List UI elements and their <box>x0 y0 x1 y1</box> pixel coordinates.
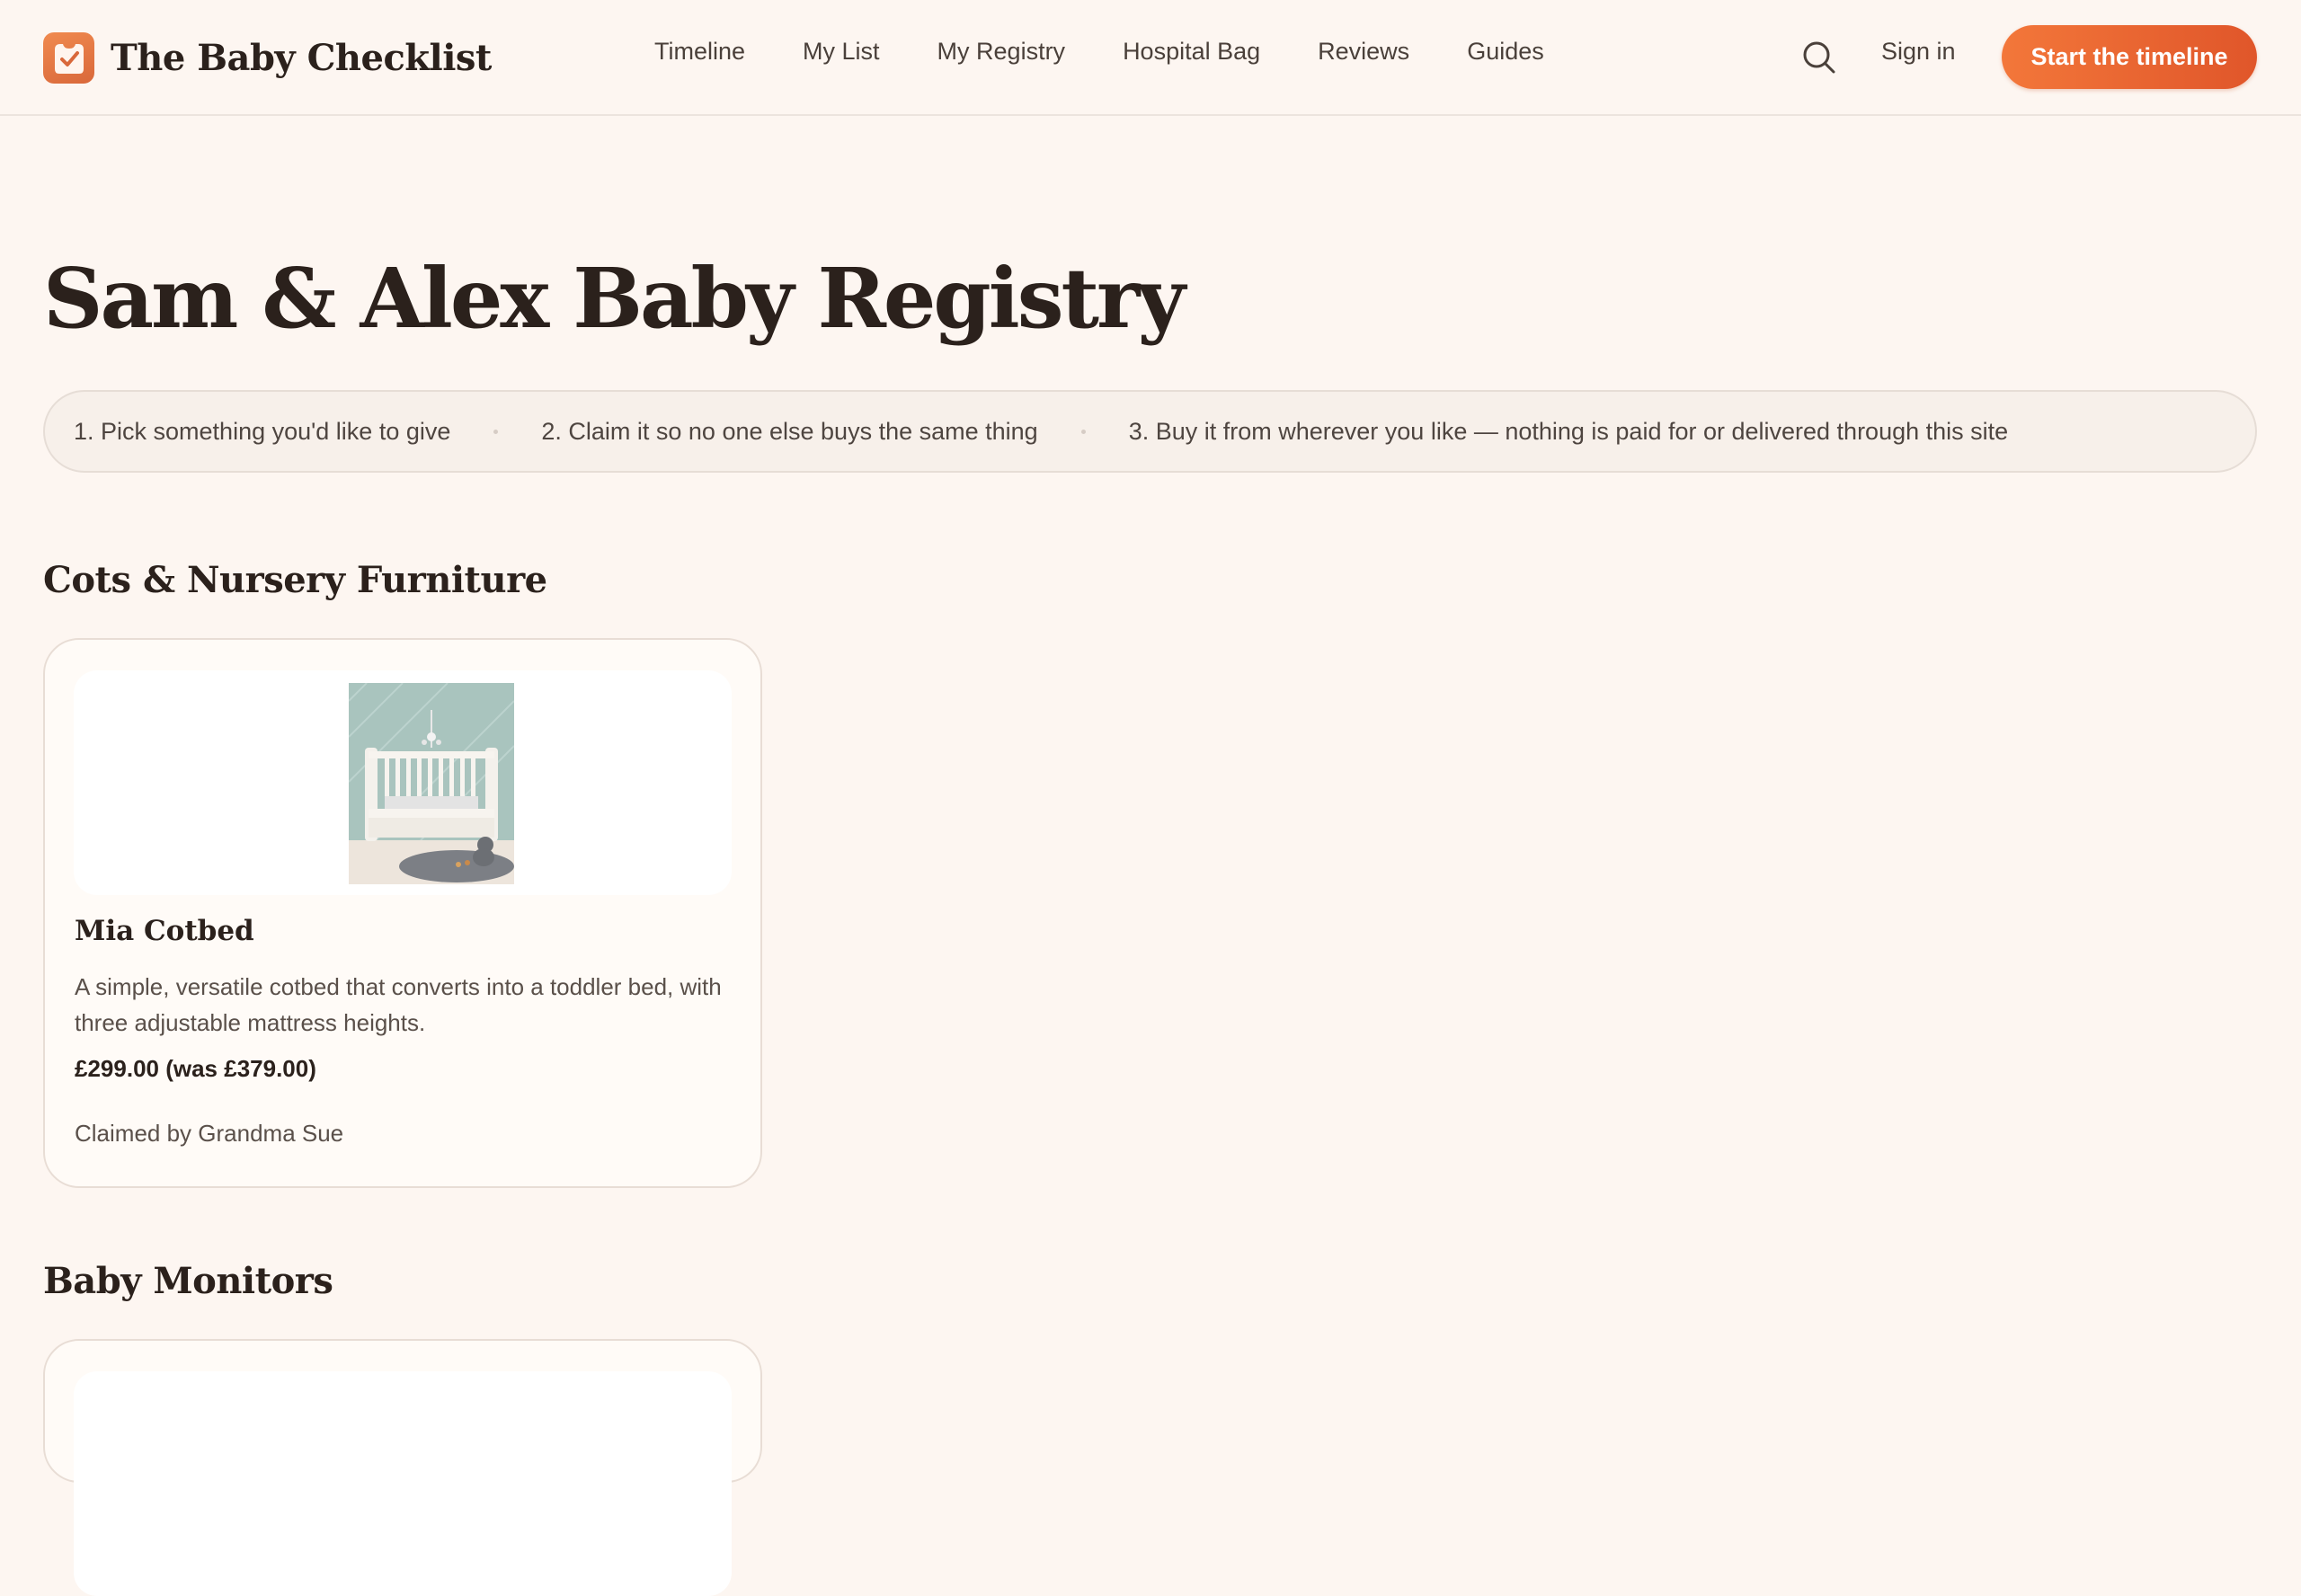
nav-item-my-list[interactable]: My List <box>803 38 880 66</box>
product-price: £299.00 (was £379.00) <box>75 1055 316 1082</box>
product-description: A simple, versatile cotbed that converts… <box>75 973 722 1036</box>
nav-item-timeline[interactable]: Timeline <box>654 38 745 66</box>
main-nav: Timeline My List My Registry Hospital Ba… <box>654 38 1602 66</box>
nav-item-reviews[interactable]: Reviews <box>1318 38 1409 66</box>
section-title-cots: Cots & Nursery Furniture <box>43 559 547 601</box>
sign-in-link[interactable]: Sign in <box>1881 38 1956 66</box>
step-3: 3. Buy it from wherever you like — nothi… <box>1128 417 2009 445</box>
brand-name: The Baby Checklist <box>111 36 492 79</box>
product-image-area <box>74 670 732 895</box>
step-2: 2. Claim it so no one else buys the same… <box>541 417 1038 445</box>
claim-status: Claimed by Grandma Sue <box>75 1120 344 1147</box>
search-icon <box>1803 41 1835 74</box>
page-title: Sam & Alex Baby Registry <box>43 250 1186 347</box>
site-header: The Baby Checklist Timeline My List My R… <box>0 0 2301 116</box>
registry-steps: 1. Pick something you'd like to give 2. … <box>43 390 2257 473</box>
step-1: 1. Pick something you'd like to give <box>74 417 451 445</box>
product-name[interactable]: Mia Cotbed <box>75 915 254 947</box>
step-divider <box>1080 429 1086 434</box>
cotbed-image[interactable] <box>349 683 514 884</box>
search-button[interactable] <box>1801 40 1837 75</box>
product-image-area <box>74 1371 732 1596</box>
nav-item-guides[interactable]: Guides <box>1467 38 1544 66</box>
start-timeline-button[interactable]: Start the timeline <box>2002 25 2257 89</box>
brand-logo[interactable]: The Baby Checklist <box>43 31 492 84</box>
product-card[interactable]: Mia Cotbed A simple, versatile cotbed th… <box>43 638 762 1188</box>
product-card[interactable] <box>43 1339 762 1596</box>
nav-item-my-registry[interactable]: My Registry <box>937 38 1066 66</box>
step-divider <box>493 429 499 434</box>
section-title-monitors: Baby Monitors <box>43 1260 333 1302</box>
nav-item-hospital-bag[interactable]: Hospital Bag <box>1123 38 1260 66</box>
checklist-logo-icon <box>43 31 94 84</box>
